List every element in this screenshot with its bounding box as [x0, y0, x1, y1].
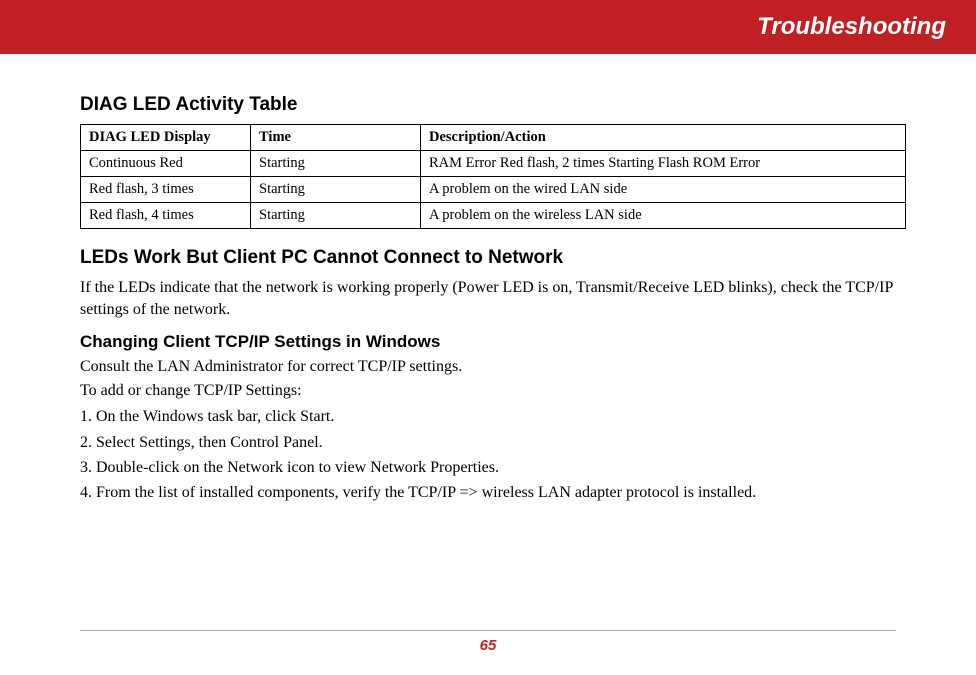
header-title: Troubleshooting	[757, 13, 946, 41]
table-cell: Red flash, 3 times	[81, 177, 251, 203]
table-cell: Starting	[251, 151, 421, 177]
body-text: To add or change TCP/IP Settings:	[80, 380, 906, 402]
header-bar: Troubleshooting	[0, 0, 976, 54]
table-cell: RAM Error Red flash, 2 times Starting Fl…	[421, 151, 906, 177]
footer: 65	[0, 630, 976, 655]
page-number: 65	[480, 637, 497, 654]
table-cell: Red flash, 4 times	[81, 203, 251, 229]
step-item: 1. On the Windows task bar, click Start.	[80, 405, 906, 428]
table-row: Continuous Red Starting RAM Error Red fl…	[81, 151, 906, 177]
table-cell: A problem on the wireless LAN side	[421, 203, 906, 229]
content-area: DIAG LED Activity Table DIAG LED Display…	[0, 54, 976, 504]
table-cell: Starting	[251, 203, 421, 229]
table-cell: Starting	[251, 177, 421, 203]
section-heading-diag-table: DIAG LED Activity Table	[80, 94, 906, 116]
body-text: Consult the LAN Administrator for correc…	[80, 356, 906, 378]
table-cell: A problem on the wired LAN side	[421, 177, 906, 203]
section-heading-leds-work: LEDs Work But Client PC Cannot Connect t…	[80, 247, 906, 269]
step-item: 3. Double-click on the Network icon to v…	[80, 456, 906, 479]
table-header-time: Time	[251, 125, 421, 151]
section-heading-changing-tcpip: Changing Client TCP/IP Settings in Windo…	[80, 332, 906, 352]
table-header-display: DIAG LED Display	[81, 125, 251, 151]
steps-list: 1. On the Windows task bar, click Start.…	[80, 405, 906, 504]
table-header-row: DIAG LED Display Time Description/Action	[81, 125, 906, 151]
diag-led-table: DIAG LED Display Time Description/Action…	[80, 124, 906, 229]
footer-divider	[80, 630, 896, 631]
step-item: 2. Select Settings, then Control Panel.	[80, 431, 906, 454]
table-cell: Continuous Red	[81, 151, 251, 177]
table-header-description: Description/Action	[421, 125, 906, 151]
step-item: 4. From the list of installed components…	[80, 481, 906, 504]
table-row: Red flash, 3 times Starting A problem on…	[81, 177, 906, 203]
body-text: If the LEDs indicate that the network is…	[80, 277, 906, 320]
table-row: Red flash, 4 times Starting A problem on…	[81, 203, 906, 229]
